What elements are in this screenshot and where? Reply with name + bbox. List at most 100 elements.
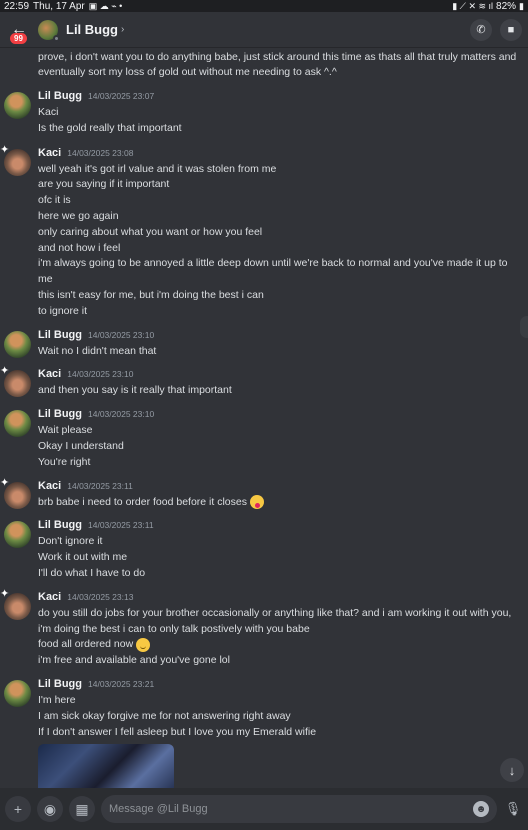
message-line: If I don't answer I fell asleep but I lo… — [38, 725, 522, 741]
message-text: Don't ignore it — [38, 535, 103, 548]
image-attachment[interactable] — [38, 744, 174, 788]
emoji-picker-icon[interactable]: ☻ — [473, 801, 489, 817]
message-line: I'm here — [38, 693, 522, 709]
status-dot — [53, 34, 60, 42]
dm-header: ← 99 Lil Bugg › ✆ ■ — [0, 12, 528, 48]
dm-title[interactable]: Lil Bugg — [66, 22, 118, 37]
message-input[interactable]: Message @Lil Bugg ☻ — [101, 795, 497, 823]
author-name[interactable]: Lil Bugg — [38, 90, 82, 102]
author-name[interactable]: Lil Bugg — [38, 329, 82, 341]
message-text: i'm free and available and you've gone l… — [38, 654, 230, 667]
avatar[interactable] — [4, 410, 31, 438]
author-name[interactable]: Kaci — [38, 591, 61, 603]
gift-button[interactable]: ▦ — [69, 796, 95, 822]
message-text: ofc it is — [38, 194, 71, 207]
message-header: Lil Bugg 14/03/2025 23:10 — [38, 329, 522, 344]
author-name[interactable]: Lil Bugg — [38, 678, 82, 690]
voice-message-button[interactable]: 🎙 — [503, 801, 523, 817]
avatar[interactable] — [4, 330, 31, 358]
message-text: I'm here — [38, 693, 76, 706]
message-header: Kaci 14/03/2025 23:10 — [38, 368, 522, 383]
message-text: only caring about what you want or how y… — [38, 225, 263, 238]
author-name[interactable]: Lil Bugg — [38, 519, 82, 531]
avatar[interactable] — [4, 92, 31, 119]
message-header: Lil Bugg 14/03/2025 23:07 — [38, 90, 522, 105]
timestamp: 14/03/2025 23:10 — [88, 329, 155, 340]
message-group: Kaci 14/03/2025 23:10 and then you say is … — [0, 364, 528, 399]
message-text: Kaci — [38, 106, 59, 118]
message-line: and not how i feel — [38, 241, 522, 257]
message-text: Is the gold really that important — [38, 121, 182, 134]
author-name[interactable]: Kaci — [38, 147, 61, 159]
message-line: to ignore it — [38, 304, 522, 320]
avatar[interactable] — [0, 587, 31, 620]
add-attachment-button[interactable]: + — [5, 796, 31, 822]
message-group: Lil Bugg 14/03/2025 23:21 I'm here I am sic… — [0, 678, 528, 788]
message-text: Wait please — [38, 424, 93, 437]
microphone-icon: 🎙 — [504, 801, 522, 816]
voice-call-button[interactable]: ✆ — [470, 18, 492, 41]
message-text: You're right — [38, 455, 91, 468]
message-text: are you saying if it important — [38, 178, 170, 191]
avatar[interactable] — [0, 364, 31, 398]
message-line: Kaci — [38, 105, 522, 121]
status-time: 22:59 — [4, 0, 30, 12]
message-list[interactable]: prove, i don't want you to do anything b… — [0, 48, 528, 788]
gamepad-icon: ◉ — [43, 800, 57, 817]
message-header: Kaci 14/03/2025 23:11 — [38, 480, 522, 495]
avatar[interactable] — [4, 679, 31, 707]
phone-icon: ✆ — [476, 24, 486, 36]
message-line: and then you say is it really that impor… — [38, 383, 522, 399]
timestamp: 14/03/2025 23:21 — [88, 678, 155, 689]
message-line: I am sick okay forgive me for not answer… — [38, 709, 522, 725]
message-text: this isn't easy for me, but i'm doing th… — [38, 288, 264, 301]
message-text: well yeah it's got irl value and it was … — [38, 162, 277, 175]
message-text: do you still do jobs for your brother oc… — [38, 606, 512, 635]
timestamp: 14/03/2025 23:13 — [67, 591, 134, 602]
message-line: Okay I understand — [38, 439, 522, 455]
avatar[interactable] — [0, 143, 31, 176]
message-line: well yeah it's got irl value and it was … — [38, 162, 522, 178]
message-line: brb babe i need to order food before it … — [38, 494, 522, 511]
arrow-down-icon: ↓ — [508, 762, 516, 778]
timestamp: 14/03/2025 23:08 — [67, 147, 134, 158]
message-text: Okay I understand — [38, 439, 124, 452]
battery-level: 82% — [496, 0, 517, 12]
activities-button[interactable]: ◉ — [37, 796, 63, 822]
message-text: If I don't answer I fell asleep but I lo… — [38, 725, 317, 738]
notification-icons: ▣ ☁ ⌁ • — [88, 0, 123, 11]
avatar[interactable] — [38, 19, 60, 42]
message-text: and not how i feel — [38, 241, 121, 254]
video-call-button[interactable]: ■ — [500, 18, 522, 41]
message-text: prove, i don't want you to do anything b… — [38, 51, 517, 78]
gift-icon: ▦ — [75, 800, 89, 817]
message-group: Lil Bugg 14/03/2025 23:07 Kaci Is the gold … — [0, 90, 528, 137]
message-line: here we go again — [38, 209, 522, 225]
author-name[interactable]: Kaci — [38, 368, 61, 380]
message-line: are you saying if it important — [38, 177, 522, 193]
author-name[interactable]: Lil Bugg — [38, 408, 82, 420]
side-handle[interactable] — [520, 316, 528, 338]
message-line: You're right — [38, 455, 522, 471]
avatar[interactable] — [4, 521, 31, 549]
system-icons: ▮ ⟋ ✕ ≋ ıl — [452, 0, 494, 11]
battery-icon: ▮ — [519, 0, 524, 11]
chevron-right-icon[interactable]: › — [121, 24, 124, 35]
message-line: i'm always going to be annoyed a little … — [38, 256, 522, 288]
message-header: Lil Bugg 14/03/2025 23:11 — [38, 519, 522, 534]
timestamp: 14/03/2025 23:10 — [88, 409, 155, 420]
message-header: Kaci 14/03/2025 23:13 — [38, 591, 522, 606]
message-line: Work it out with me — [38, 550, 522, 566]
author-name[interactable]: Kaci — [38, 480, 61, 492]
message-group: Kaci 14/03/2025 23:08 well yeah it's got i… — [0, 143, 528, 320]
timestamp: 14/03/2025 23:07 — [88, 91, 155, 101]
jump-to-present-button[interactable]: ↓ — [500, 758, 524, 782]
message-header: Lil Bugg 14/03/2025 23:21 — [38, 678, 522, 693]
message-text: brb babe i need to order food before it … — [38, 495, 247, 508]
avatar[interactable] — [0, 476, 31, 509]
message-text: and then you say is it really that impor… — [38, 384, 232, 397]
back-button[interactable]: ← 99 — [6, 17, 32, 44]
message-text: I'll do what I have to do — [38, 566, 146, 579]
message-text: Work it out with me — [38, 551, 128, 564]
message-line: Don't ignore it — [38, 534, 522, 550]
